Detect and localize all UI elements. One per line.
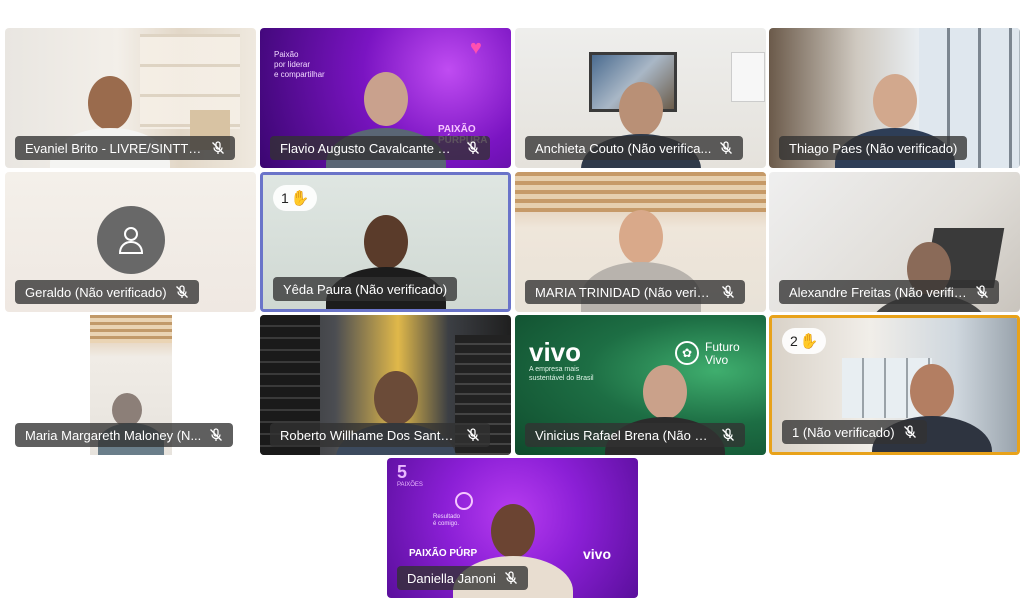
name-tag: Anchieta Couto (Não verifica...: [525, 136, 744, 160]
participant-name: Roberto Willhame Dos Santo...: [280, 427, 458, 443]
participant-tile-geraldo[interactable]: Geraldo (Não verificado): [5, 172, 256, 312]
participant-tile-anchieta[interactable]: Anchieta Couto (Não verifica...: [515, 28, 766, 168]
participant-name: Anchieta Couto (Não verifica...: [535, 140, 712, 156]
vivo-logo: vivo: [583, 546, 612, 562]
raised-hand-badge: 2 ✋: [782, 328, 827, 354]
participant-tile-daniella[interactable]: 5 PAIXÕES Resultado é comigo. PAIXÃO PÚR…: [387, 458, 638, 598]
participant-tile-alexandre[interactable]: Alexandre Freitas (Não verific...: [769, 172, 1020, 312]
person-icon: [96, 206, 165, 274]
participant-tile-yeda[interactable]: 1 ✋ Yêda Paura (Não verificado): [260, 172, 511, 312]
background-slogan: Paixão por liderar e compartilhar: [274, 50, 325, 79]
participant-name: 1 (Não verificado): [792, 424, 895, 440]
name-tag: Alexandre Freitas (Não verific...: [779, 280, 999, 304]
mic-off-icon: [721, 428, 735, 442]
participant-name: Vinicius Rafael Brena (Não ve...: [535, 427, 713, 443]
name-tag: Vinicius Rafael Brena (Não ve...: [525, 423, 745, 447]
participant-tile-evaniel[interactable]: Evaniel Brito - LIVRE/SINTTEL: [5, 28, 256, 168]
background-number: 5: [397, 462, 408, 482]
mic-off-icon: [211, 141, 225, 155]
participant-name: Flavio Augusto Cavalcante Ro...: [280, 140, 458, 156]
heart-icon: ♥: [470, 37, 482, 59]
background-paixoes: PAIXÕES: [397, 482, 423, 488]
name-tag: Geraldo (Não verificado): [15, 280, 199, 304]
participant-name: MARIA TRINIDAD (Não verifi...: [535, 284, 713, 300]
mic-off-icon: [466, 428, 480, 442]
name-tag: Roberto Willhame Dos Santo...: [270, 423, 490, 447]
mic-off-icon: [903, 425, 917, 439]
name-tag: Daniella Janoni: [397, 566, 528, 590]
participant-tile-maria-trinidad[interactable]: MARIA TRINIDAD (Não verifi...: [515, 172, 766, 312]
participant-tile-1[interactable]: 2 ✋ 1 (Não verificado): [769, 315, 1020, 455]
participant-name: Maria Margareth Maloney (N...: [25, 427, 202, 443]
mic-off-icon: [721, 285, 735, 299]
participant-tile-roberto[interactable]: Roberto Willhame Dos Santo...: [260, 315, 511, 455]
participant-tile-thiago[interactable]: Thiago Paes (Não verificado): [769, 28, 1020, 168]
participant-tile-maria-margareth[interactable]: Maria Margareth Maloney (N...: [5, 315, 256, 455]
participant-tile-flavio[interactable]: Paixão por liderar e compartilhar ♥ PAIX…: [260, 28, 511, 168]
hand-order: 1: [281, 190, 289, 206]
mic-off-icon: [975, 285, 989, 299]
name-tag: Evaniel Brito - LIVRE/SINTTEL: [15, 136, 235, 160]
raised-hand-badge: 1 ✋: [273, 185, 318, 211]
name-tag: 1 (Não verificado): [782, 420, 927, 444]
participant-name: Daniella Janoni: [407, 570, 496, 586]
vivo-tagline: A empresa mais sustentável do Brasil: [529, 366, 594, 382]
vivo-logo: vivo: [529, 337, 582, 367]
participant-name: Evaniel Brito - LIVRE/SINTTEL: [25, 140, 203, 156]
participant-name: Yêda Paura (Não verificado): [283, 281, 448, 297]
mic-off-icon: [719, 141, 733, 155]
name-tag: Thiago Paes (Não verificado): [779, 136, 968, 160]
participant-tile-vinicius[interactable]: vivo A empresa mais sustentável do Brasi…: [515, 315, 766, 455]
name-tag: Maria Margareth Maloney (N...: [15, 423, 234, 447]
name-tag: Yêda Paura (Não verificado): [273, 277, 458, 301]
mic-off-icon: [466, 141, 480, 155]
mic-off-icon: [209, 428, 223, 442]
raised-hand-icon: ✋: [290, 190, 310, 207]
participant-name: Geraldo (Não verificado): [25, 284, 167, 300]
mic-off-icon: [175, 285, 189, 299]
participant-name: Thiago Paes (Não verificado): [789, 140, 958, 156]
name-tag: Flavio Augusto Cavalcante Ro...: [270, 136, 490, 160]
raised-hand-icon: ✋: [799, 333, 819, 350]
mic-off-icon: [504, 571, 518, 585]
participant-name: Alexandre Freitas (Não verific...: [789, 284, 967, 300]
name-tag: MARIA TRINIDAD (Não verifi...: [525, 280, 745, 304]
hand-order: 2: [790, 333, 798, 349]
